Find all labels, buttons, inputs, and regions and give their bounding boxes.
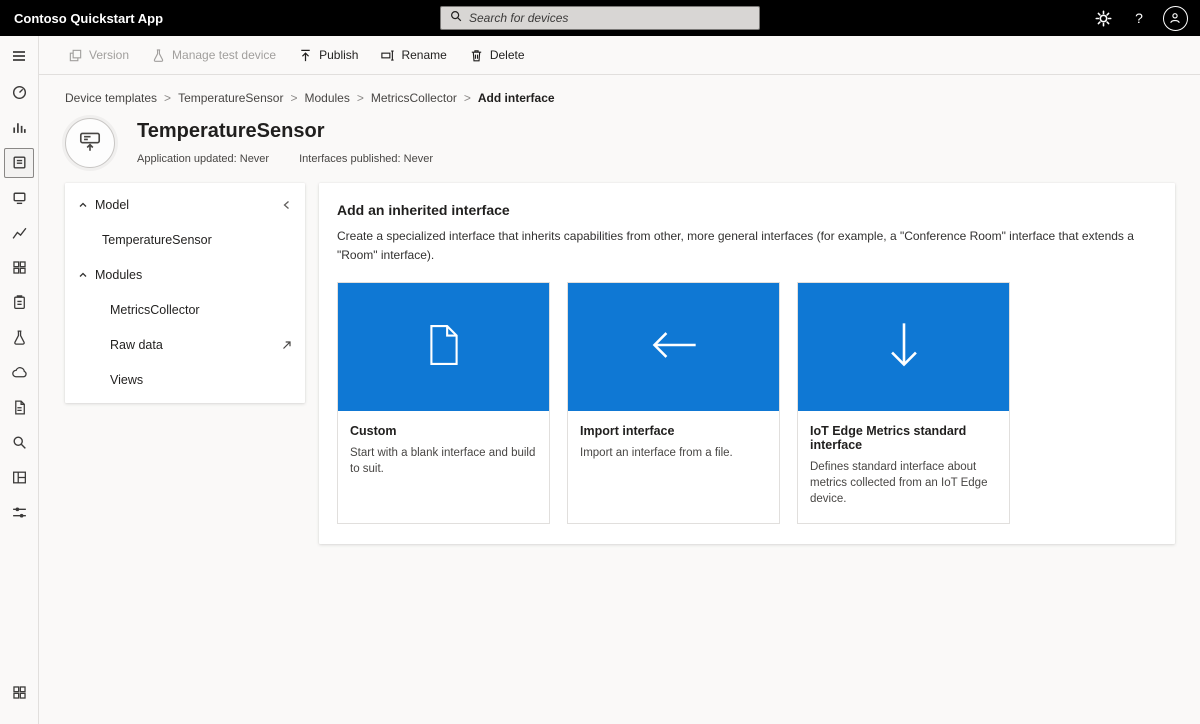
analytics-bars-icon[interactable] [0,110,39,145]
breadcrumb-metricscollector[interactable]: MetricsCollector [371,91,457,105]
card-description: Start with a blank interface and build t… [350,447,536,476]
search-wrench-icon[interactable] [0,425,39,460]
rename-button[interactable]: Rename [369,36,457,74]
collapse-panel-icon[interactable] [281,199,293,211]
arrow-down-icon [886,319,922,376]
template-header: TemperatureSensor Application updated: N… [65,118,1175,168]
help-icon[interactable]: ? [1124,3,1154,33]
page-title: TemperatureSensor [137,120,325,142]
iot-edge-metrics-interface-card[interactable]: IoT Edge Metrics standard interface Defi… [797,282,1010,525]
version-button[interactable]: Version [57,36,140,74]
delete-icon [469,48,484,63]
tree-label: Raw data [110,337,163,352]
tree-label: Modules [95,267,143,282]
command-bar: Version Manage test device Publish Renam… [39,36,1200,75]
arrow-left-icon [648,327,700,368]
card-description: Defines standard interface about metrics… [810,461,988,506]
device-templates-icon[interactable] [0,145,39,180]
panel-description: Create a specialized interface that inhe… [337,229,1134,262]
page-content: Device templates > TemperatureSensor > M… [39,75,1200,724]
tree-label: MetricsCollector [110,302,200,317]
data-explorer-chart-icon[interactable] [0,215,39,250]
chevron-up-icon[interactable] [77,269,95,281]
panel-title: Add an inherited interface [337,202,510,218]
edge-manifests-icon[interactable] [0,460,39,495]
custom-interface-card[interactable]: Custom Start with a blank interface and … [337,282,550,525]
rename-icon [380,48,395,63]
breadcrumb-separator: > [164,91,172,105]
application-updated-status: Application updated: Never [137,153,270,165]
breadcrumb-device-templates[interactable]: Device templates [65,91,157,105]
administration-icon[interactable] [0,495,39,530]
card-icon-area [798,283,1009,412]
test-device-icon [151,48,166,63]
app-title: Contoso Quickstart App [14,10,164,26]
device-groups-icon[interactable] [0,250,39,285]
search-input[interactable] [469,11,751,25]
dashboard-gauge-icon[interactable] [0,75,39,110]
tree-label: TemperatureSensor [102,232,212,247]
card-title: IoT Edge Metrics standard interface [810,424,967,453]
breadcrumb-temperaturesensor[interactable]: TemperatureSensor [178,91,283,105]
card-description: Import an interface from a file. [580,447,733,460]
menu-icon[interactable] [0,36,39,75]
jobs-clipboard-icon[interactable] [0,285,39,320]
manage-test-device-label: Manage test device [172,48,277,62]
tree-group-model[interactable]: Model [65,187,305,222]
breadcrumb-separator: > [463,91,471,105]
breadcrumb-modules[interactable]: Modules [304,91,349,105]
blank-document-icon [427,324,461,371]
interfaces-published-status: Interfaces published: Never [299,153,434,165]
search-icon [449,9,463,28]
breadcrumb: Device templates > TemperatureSensor > M… [65,91,1175,105]
tree-label: Views [110,372,144,387]
card-title: Import interface [580,424,675,439]
tree-item-views[interactable]: Views [65,362,305,397]
rename-label: Rename [401,48,447,62]
delete-label: Delete [489,48,525,62]
device-template-avatar [65,118,115,168]
breadcrumb-add-interface: Add interface [477,91,555,105]
devices-icon[interactable] [0,180,39,215]
publish-icon [298,48,313,63]
tree-group-modules[interactable]: Modules [65,257,305,292]
account-avatar-icon[interactable] [1160,3,1190,33]
settings-gear-icon[interactable] [1088,3,1118,33]
card-icon-area [338,283,549,412]
audit-log-icon[interactable] [0,390,39,425]
card-icon-area [568,283,779,412]
left-nav-rail [0,36,39,724]
tree-item-raw-data[interactable]: Raw data [65,327,305,362]
data-export-cloud-icon[interactable] [0,355,39,390]
publish-button[interactable]: Publish [287,36,369,74]
tree-item-metricscollector[interactable]: MetricsCollector [65,292,305,327]
model-tree-panel: Model TemperatureSensor Modules MetricsC… [65,183,305,403]
delete-button[interactable]: Delete [458,36,536,74]
add-interface-panel: Add an inherited interface Create a spec… [319,183,1175,545]
avatar [1162,5,1188,31]
chevron-up-icon[interactable] [77,199,95,211]
top-app-bar: Contoso Quickstart App ? [0,0,1200,36]
card-title: Custom [350,424,397,439]
import-interface-card[interactable]: Import interface Import an interface fro… [567,282,780,525]
device-search-box[interactable] [440,6,760,30]
version-icon [68,48,83,63]
manage-test-device-button[interactable]: Manage test device [140,36,287,74]
publish-label: Publish [319,48,359,62]
edge-device-icon [77,128,103,159]
rules-beaker-icon[interactable] [0,320,39,355]
tree-label: Model [95,197,130,212]
app-grid-icon[interactable] [0,675,39,710]
tree-item-temperaturesensor[interactable]: TemperatureSensor [65,222,305,257]
breadcrumb-separator: > [356,91,364,105]
version-label: Version [89,48,130,62]
breadcrumb-separator: > [290,91,298,105]
external-link-icon[interactable] [281,339,293,351]
